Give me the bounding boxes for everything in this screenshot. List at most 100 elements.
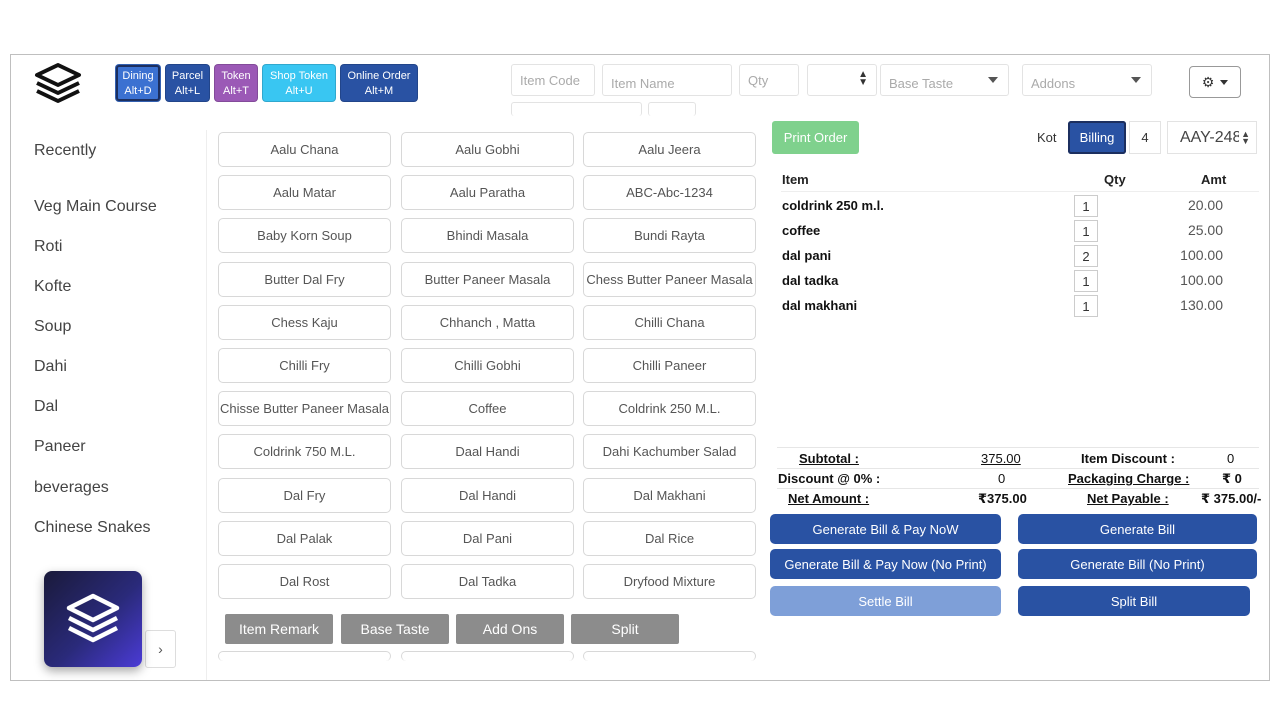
menu-item-button[interactable]: Aalu Jeera [583, 132, 756, 167]
updown-arrows-icon: ▲ ▼ [858, 69, 868, 88]
menu-item-button[interactable]: Aalu Gobhi [401, 132, 574, 167]
generate-bill-button[interactable]: Generate Bill [1018, 514, 1257, 544]
item-discount-label: Item Discount : [1081, 451, 1175, 466]
online-order-mode-button[interactable]: Online Order Alt+M [340, 64, 418, 102]
order-row-qty-input[interactable]: 1 [1074, 270, 1098, 292]
add-ons-button[interactable]: Add Ons [456, 614, 564, 644]
menu-item-button[interactable]: Dal Pani [401, 520, 574, 556]
menu-item-button[interactable]: Dahi Kachumber Salad [583, 434, 756, 470]
shop-token-mode-button[interactable]: Shop Token Alt+U [262, 64, 336, 102]
category-paneer[interactable]: Paneer [34, 438, 86, 456]
order-row-name: dal makhani [782, 298, 858, 313]
hidden-field-small[interactable] [648, 102, 696, 116]
category-soup[interactable]: Soup [34, 318, 71, 336]
menu-item-button[interactable]: Bundi Rayta [583, 218, 756, 254]
menu-item-button[interactable]: Aalu Paratha [401, 175, 574, 211]
category-chinese-snakes[interactable]: Chinese Snakes [34, 519, 151, 537]
order-row-qty-input[interactable]: 1 [1074, 295, 1098, 317]
qty-stepper[interactable]: ▲ ▼ [807, 64, 877, 96]
menu-item-button[interactable]: Dryfood Mixture [583, 564, 756, 599]
table-number[interactable]: 4 [1129, 121, 1161, 154]
order-row-qty-input[interactable]: 1 [1074, 220, 1098, 242]
menu-item-button[interactable]: Chess Butter Paneer Masala [583, 261, 756, 297]
category-roti[interactable]: Roti [34, 238, 62, 256]
menu-item-button[interactable]: Butter Dal Fry [218, 261, 391, 297]
menu-item-button[interactable]: Butter Paneer Masala [401, 261, 574, 297]
split-item-button[interactable]: Split [571, 614, 679, 644]
category-dahi[interactable]: Dahi [34, 358, 67, 376]
menu-item-button[interactable]: Dal Fry [218, 477, 391, 513]
menu-item-button[interactable]: Dal Palak [218, 520, 391, 556]
menu-item-button[interactable]: Dal Tadka [401, 564, 574, 599]
menu-item-button[interactable]: Dal Handi [401, 477, 574, 513]
menu-item-button[interactable]: Dal Rost [218, 564, 391, 599]
item-remark-button[interactable]: Item Remark [225, 614, 333, 644]
addons-select[interactable]: Addons [1022, 64, 1152, 96]
generate-bill-no-print-button[interactable]: Generate Bill (No Print) [1018, 549, 1257, 579]
settle-bill-button[interactable]: Settle Bill [770, 586, 1001, 616]
generate-bill-pay-now-button[interactable]: Generate Bill & Pay NoW [770, 514, 1001, 544]
parcel-mode-button[interactable]: Parcel Alt+L [165, 64, 210, 102]
order-row-qty-input[interactable]: 2 [1074, 245, 1098, 267]
category-dal[interactable]: Dal [34, 398, 58, 416]
menu-item-button[interactable]: Coffee [401, 391, 574, 427]
item-button-partial[interactable] [218, 651, 391, 661]
item-code-input[interactable]: Item Code [511, 64, 595, 96]
order-row-name: coffee [782, 223, 821, 238]
menu-item-button[interactable]: Aalu Matar [218, 175, 391, 211]
gear-icon: ⚙ [1201, 73, 1215, 90]
menu-item-button[interactable]: Chilli Fry [218, 348, 391, 383]
settings-dropdown-button[interactable]: ⚙ [1189, 66, 1241, 98]
menu-item-button[interactable]: Coldrink 750 M.L. [218, 434, 391, 470]
menu-item-button[interactable]: Baby Korn Soup [218, 218, 391, 254]
app-logo [35, 63, 81, 103]
hidden-field[interactable] [511, 102, 642, 116]
base-taste-button[interactable]: Base Taste [341, 614, 449, 644]
menu-item-button[interactable]: Chess Kaju [218, 304, 391, 340]
billing-toggle-button[interactable]: Billing [1068, 121, 1126, 154]
kot-toggle[interactable]: Kot [1037, 130, 1057, 145]
item-button-partial[interactable] [583, 651, 756, 661]
col-item-header: Item [782, 172, 809, 187]
menu-item-button[interactable]: Chisse Butter Paneer Masala [218, 391, 391, 427]
bill-number-select[interactable]: AAY-248 ▲ ▼ [1167, 121, 1257, 154]
sidebar-next-button[interactable]: › [145, 630, 176, 668]
menu-item-button[interactable]: Chilli Chana [583, 304, 756, 340]
split-bill-button[interactable]: Split Bill [1018, 586, 1250, 616]
menu-item-button[interactable]: Coldrink 250 M.L. [583, 391, 756, 427]
discount-value: 0 [998, 471, 1006, 486]
updown-arrows-icon: ▲ ▼ [1239, 129, 1250, 146]
category-veg-main-course[interactable]: Veg Main Course [34, 198, 157, 216]
menu-item-button[interactable]: ABC-Abc-1234 [583, 175, 756, 211]
chevron-down-icon [988, 77, 998, 83]
menu-item-button[interactable]: Dal Rice [583, 520, 756, 556]
dining-mode-button[interactable]: Dining Alt+D [115, 64, 161, 102]
col-qty-header: Qty [1104, 172, 1126, 187]
menu-item-button[interactable]: Bhindi Masala [401, 218, 574, 254]
category-kofte[interactable]: Kofte [34, 278, 71, 296]
base-taste-placeholder: Base Taste [889, 75, 954, 91]
token-mode-button[interactable]: Token Alt+T [214, 64, 258, 102]
print-order-button[interactable]: Print Order [772, 121, 859, 154]
menu-item-button[interactable]: Chhanch , Matta [401, 304, 574, 340]
menu-item-button[interactable]: Chilli Gobhi [401, 348, 574, 383]
header-divider [781, 191, 1259, 192]
brand-badge [44, 571, 142, 667]
base-taste-select[interactable]: Base Taste [880, 64, 1009, 96]
category-beverages[interactable]: beverages [34, 479, 109, 497]
order-row-amt: 20.00 [1187, 197, 1223, 213]
menu-item-button[interactable]: Dal Makhani [583, 477, 756, 513]
qty-placeholder: Qty [748, 72, 769, 88]
menu-item-button[interactable]: Daal Handi [401, 434, 574, 470]
order-row-name: dal pani [782, 248, 832, 263]
item-discount-value: 0 [1227, 451, 1235, 466]
menu-item-button[interactable]: Chilli Paneer [583, 348, 756, 383]
generate-bill-pay-now-no-print-button[interactable]: Generate Bill & Pay Now (No Print) [770, 549, 1001, 579]
order-row-qty-input[interactable]: 1 [1074, 195, 1098, 217]
item-name-input[interactable]: Item Name [602, 64, 732, 96]
item-button-partial[interactable] [401, 651, 574, 661]
category-recently[interactable]: Recently [34, 142, 96, 160]
menu-item-button[interactable]: Aalu Chana [218, 132, 391, 167]
order-row-amt: 25.00 [1187, 222, 1223, 238]
qty-input[interactable]: Qty [739, 64, 799, 96]
